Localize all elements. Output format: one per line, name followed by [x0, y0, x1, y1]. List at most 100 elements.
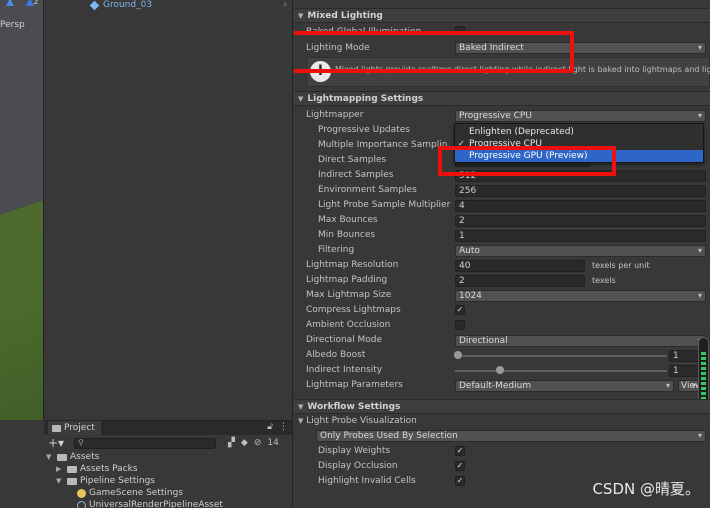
hidden-packages-icon[interactable]: ⊘ [254, 438, 262, 448]
lighting-inspector: ▼ Mixed Lighting Baked Global Illuminati… [294, 0, 710, 508]
axis-label: z [34, 0, 39, 6]
compress-checkbox[interactable]: ✓ [455, 305, 465, 315]
project-tree-label: Pipeline Settings [80, 476, 155, 486]
lp-multiplier-field[interactable]: 4 [455, 200, 706, 212]
padding-field[interactable]: 2 [455, 275, 585, 287]
lightmap-parameters-label: Lightmap Parameters [306, 380, 403, 390]
search-icon: ⚲ [78, 437, 84, 447]
max-size-dropdown[interactable]: 1024 [455, 290, 706, 302]
view-button[interactable]: View [678, 380, 700, 392]
popup-option-label: Enlighten (Deprecated) [469, 127, 574, 137]
folder-icon [57, 453, 67, 461]
scene-view[interactable]: z Persp [0, 0, 44, 420]
section-mixed-lighting[interactable]: ▼ Mixed Lighting [294, 8, 710, 23]
pipeline-asset-icon [77, 500, 86, 508]
indirect-intensity-slider[interactable] [455, 370, 667, 372]
add-button[interactable]: +▾ [48, 436, 70, 450]
scene-ground [0, 185, 43, 420]
progressive-updates-label: Progressive Updates [318, 125, 410, 135]
display-occlusion-checkbox[interactable]: ✓ [455, 461, 465, 471]
lp-visualization-label[interactable]: ▼ Light Probe Visualization [298, 415, 417, 428]
persp-label[interactable]: Persp [0, 20, 25, 30]
indirect-intensity-knob[interactable] [495, 366, 504, 374]
highlight-invalid-checkbox[interactable]: ✓ [455, 476, 465, 486]
filter-type-icon[interactable]: ▞ [228, 438, 235, 448]
project-toolbar: +▾ ⚲ ▞ ◆ ⊘ 14 [44, 435, 292, 451]
scene-gizmo[interactable]: z [4, 0, 43, 10]
tab-controls: 🔓︎ ⋮ [267, 422, 288, 432]
project-tabbar: Project 🔓︎ ⋮ [44, 421, 292, 435]
project-tree-label: GameScene Settings [89, 488, 184, 498]
display-weights-checkbox[interactable]: ✓ [455, 446, 465, 456]
popup-option[interactable]: Enlighten (Deprecated) [455, 126, 703, 138]
direct-samples-label: Direct Samples [318, 155, 387, 165]
expand-down-icon[interactable]: ▼ [56, 477, 64, 485]
max-size-label: Max Lightmap Size [306, 290, 392, 300]
indirect-samples-label: Indirect Samples [318, 170, 394, 180]
display-occlusion-label: Display Occlusion [318, 461, 398, 471]
annotation-box-gpu-option [438, 146, 616, 176]
albedo-boost-label: Albedo Boost [306, 350, 366, 360]
display-weights-label: Display Weights [318, 446, 391, 456]
hierarchy-item-label: Ground_03 [103, 0, 153, 10]
filtering-dropdown[interactable]: Auto [455, 245, 706, 257]
more-icon[interactable]: ⋮ [279, 422, 288, 432]
tab-project[interactable]: Project [48, 421, 101, 435]
lightmap-parameters-dropdown[interactable]: Default-Medium [455, 380, 674, 392]
project-tree-item[interactable]: ▶ Assets Packs [46, 463, 292, 475]
project-tree-item[interactable]: ▼ Assets [46, 451, 292, 463]
resolution-field[interactable]: 40 [455, 260, 585, 272]
padding-label: Lightmap Padding [306, 275, 388, 285]
hierarchy-panel: Ground_03 › [44, 0, 293, 420]
project-tree-label: Assets Packs [80, 464, 138, 474]
folder-icon [52, 424, 61, 432]
foldout-icon: ▼ [298, 417, 304, 425]
lock-icon[interactable]: 🔓︎ [267, 422, 273, 432]
label-icon[interactable]: ◆ [241, 438, 248, 448]
expand-right-icon[interactable]: ▶ [56, 465, 64, 473]
multiple-importance-label: Multiple Importance Sampling [318, 140, 448, 150]
folder-icon [67, 477, 77, 485]
foldout-icon: ▼ [298, 94, 304, 103]
folder-icon [67, 465, 77, 473]
project-tree: ▼ Assets ▶ Assets Packs ▼ Pipeline Settings Ga… [44, 451, 292, 508]
indirect-intensity-field[interactable]: 1 [669, 365, 699, 377]
filtering-label: Filtering [318, 245, 355, 255]
lightmapper-dropdown[interactable]: Progressive CPU [455, 110, 706, 122]
resolution-unit: texels per unit [592, 261, 650, 270]
project-tree-item[interactable]: ▼ Pipeline Settings [46, 475, 292, 487]
settings-asset-icon [77, 488, 86, 498]
tab-label: Project [64, 423, 95, 433]
min-bounces-field[interactable]: 1 [455, 230, 706, 242]
watermark: CSDN @晴夏。 [592, 480, 700, 498]
section-lightmapping-settings[interactable]: ▼ Lightmapping Settings [294, 91, 710, 106]
hierarchy-item[interactable]: Ground_03 [89, 0, 153, 12]
lp-multiplier-label: Light Probe Sample Multiplier [318, 200, 451, 210]
albedo-boost-field[interactable]: 1 [669, 350, 699, 362]
lp-visualization-text: Light Probe Visualization [306, 416, 417, 426]
albedo-boost-knob[interactable] [454, 351, 462, 359]
expand-down-icon[interactable]: ▼ [46, 453, 54, 461]
min-bounces-label: Min Bounces [318, 230, 376, 240]
section-title: Lightmapping Settings [307, 93, 424, 104]
albedo-boost-slider[interactable] [455, 355, 667, 357]
indirect-intensity-label: Indirect Intensity [306, 365, 383, 375]
section-title: Workflow Settings [307, 401, 401, 412]
chevron-right-icon[interactable]: › [283, 0, 287, 10]
max-bounces-label: Max Bounces [318, 215, 378, 225]
directional-mode-dropdown[interactable]: Directional [455, 335, 706, 347]
annotation-box-lighting-mode [294, 31, 574, 73]
project-tree-label: Assets [70, 452, 100, 462]
cube-icon [89, 0, 100, 10]
max-bounces-field[interactable]: 2 [455, 215, 706, 227]
project-tree-item[interactable]: GameScene Settings [46, 487, 292, 499]
ao-label: Ambient Occlusion [306, 320, 391, 330]
search-input[interactable]: ⚲ [74, 437, 216, 449]
environment-samples-field[interactable]: 256 [455, 185, 706, 197]
project-tools: ▞ ◆ ⊘ 14 [228, 438, 279, 448]
compress-label: Compress Lightmaps [306, 305, 401, 315]
section-workflow-settings[interactable]: ▼ Workflow Settings [294, 399, 710, 414]
lp-visualization-dropdown[interactable]: Only Probes Used By Selection [316, 430, 706, 442]
project-tree-item[interactable]: UniversalRenderPipelineAsset [46, 499, 292, 508]
ao-checkbox[interactable] [455, 320, 465, 330]
